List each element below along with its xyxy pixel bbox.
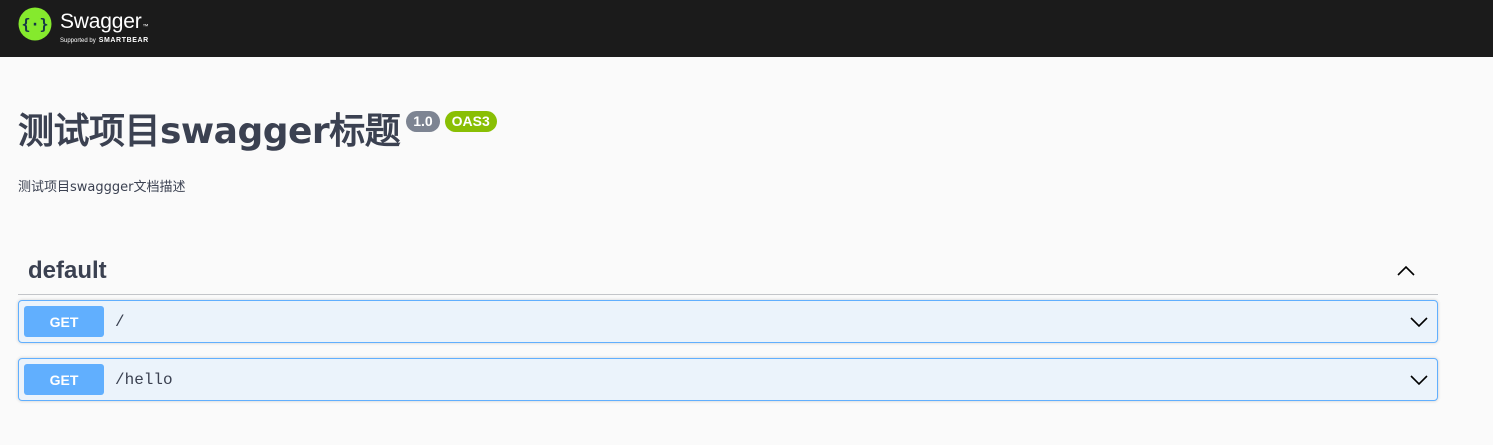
method-badge: GET	[24, 306, 104, 337]
operation-path: /hello	[115, 370, 173, 389]
supported-by-label: Supported by	[60, 38, 96, 44]
smartbear-label: SMARTBEAR	[98, 37, 149, 44]
method-badge: GET	[24, 364, 104, 395]
page-title: 测试项目swagger标题	[18, 111, 401, 152]
tag-name: default	[28, 256, 107, 284]
operation-get-hello[interactable]: GET /hello	[18, 358, 1438, 401]
chevron-down-icon[interactable]	[1409, 312, 1429, 332]
svg-text:{·}: {·}	[21, 16, 48, 34]
brand-name: Swagger	[60, 10, 142, 33]
logo-text: Swagger ™ Supported by SMARTBEAR	[60, 7, 149, 44]
swagger-logo-icon: {·}	[18, 7, 52, 41]
oas-badge: OAS3	[444, 111, 497, 132]
tag-section-default: default GET / GET /hello	[18, 247, 1438, 401]
chevron-down-icon[interactable]	[1409, 370, 1429, 390]
tag-header-default[interactable]: default	[18, 247, 1438, 295]
version-badge: 1.0	[406, 111, 440, 132]
api-description: 测试项目swaggger文档描述	[18, 180, 186, 195]
api-info: 测试项目swagger标题 1.0 OAS3	[18, 108, 497, 156]
topbar: {·} Swagger ™ Supported by SMARTBEAR	[0, 0, 1493, 57]
operation-get-root[interactable]: GET /	[18, 300, 1438, 343]
operation-path: /	[115, 312, 125, 331]
brand-trademark: ™	[142, 24, 149, 30]
swagger-logo-link[interactable]: {·} Swagger ™ Supported by SMARTBEAR	[18, 7, 149, 44]
chevron-up-icon[interactable]	[1396, 261, 1416, 281]
